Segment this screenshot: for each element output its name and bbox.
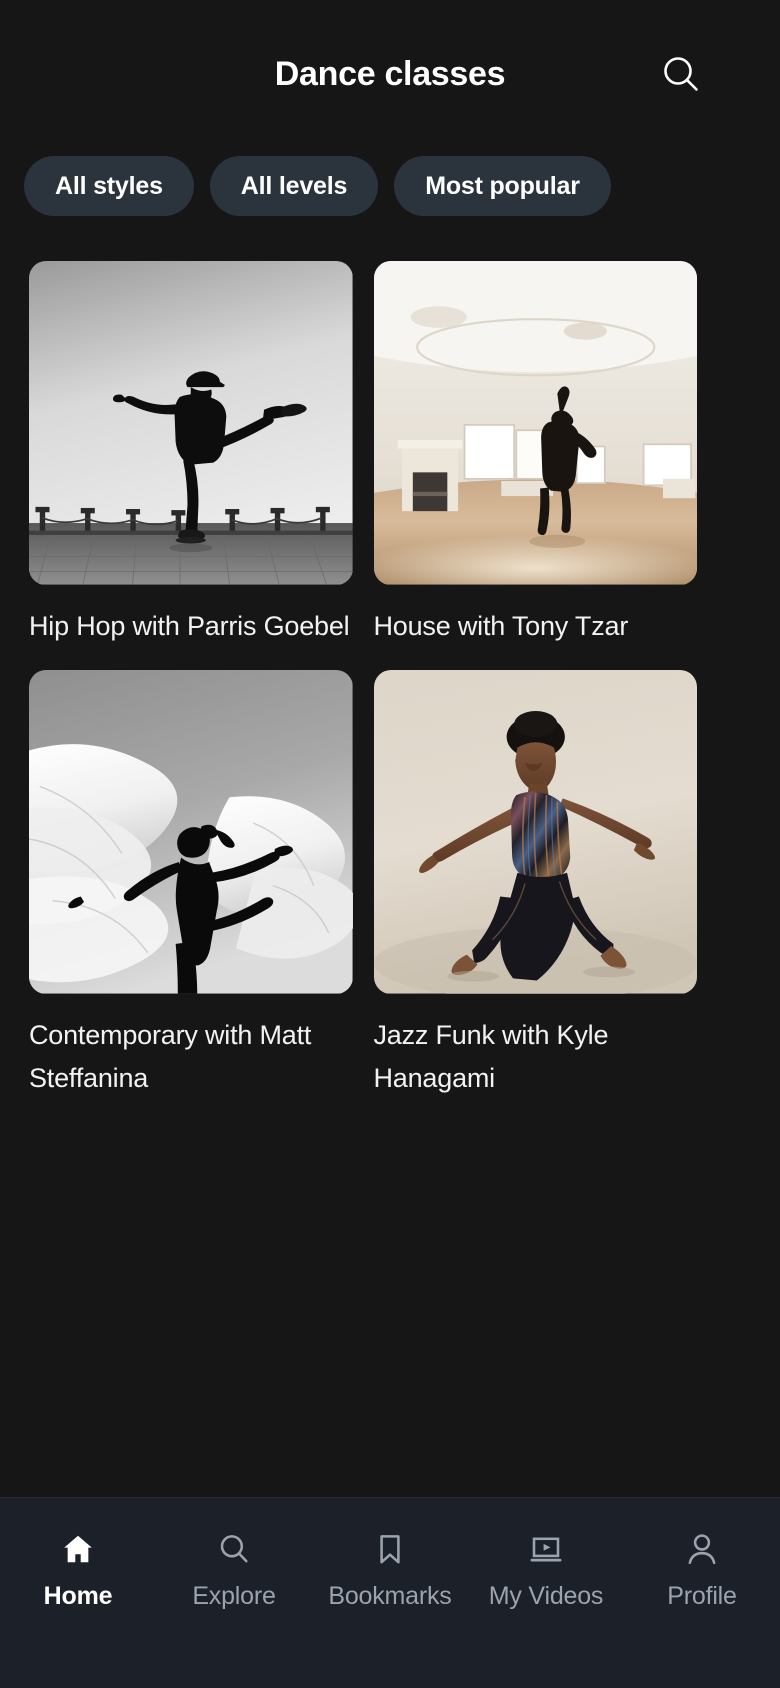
filter-chip-all-styles[interactable]: All styles	[24, 156, 194, 216]
header: Dance classes	[0, 0, 780, 148]
search-icon	[659, 52, 703, 96]
class-thumbnail[interactable]	[373, 670, 697, 994]
class-grid: Hip Hop with Parris Goebel House with To…	[0, 220, 780, 1497]
class-thumbnail[interactable]	[29, 261, 353, 585]
nav-label-my-videos: My Videos	[488, 1582, 604, 1610]
nav-label-home: Home	[43, 1582, 113, 1610]
bottom-navigation-bar: Home Explore Bookmarks My Videos Profile	[0, 1497, 780, 1688]
search-button[interactable]	[658, 51, 704, 97]
video-icon	[528, 1529, 564, 1569]
class-card[interactable]: Contemporary with Matt Steffanina	[29, 670, 353, 1101]
filter-chip-row: All styles All levels Most popular	[0, 148, 780, 220]
jazz-funk-dancer-image	[373, 670, 697, 994]
filter-chip-all-levels[interactable]: All levels	[209, 156, 379, 216]
search-icon	[216, 1529, 252, 1569]
nav-label-profile: Profile	[667, 1582, 737, 1610]
class-thumbnail[interactable]	[29, 670, 353, 994]
page-title: Dance classes	[274, 54, 506, 93]
class-title: Contemporary with Matt Steffanina	[29, 1019, 312, 1094]
nav-label-explore: Explore	[192, 1582, 276, 1610]
person-icon	[684, 1529, 720, 1569]
class-title: Hip Hop with Parris Goebel	[29, 610, 350, 641]
bookmark-icon	[372, 1529, 408, 1569]
nav-item-explore[interactable]: Explore	[156, 1529, 312, 1611]
app-screen: Dance classes All styles All levels Most…	[0, 0, 780, 1688]
filter-chip-most-popular[interactable]: Most popular	[394, 156, 611, 216]
class-title: House with Tony Tzar	[373, 610, 629, 641]
nav-item-profile[interactable]: Profile	[624, 1529, 780, 1611]
house-dancer-image	[373, 261, 697, 585]
class-card[interactable]: Jazz Funk with Kyle Hanagami	[373, 670, 697, 1101]
class-card[interactable]: Hip Hop with Parris Goebel	[29, 261, 353, 648]
hip-hop-dancer-image	[29, 261, 353, 585]
contemporary-dancer-image	[29, 670, 353, 994]
nav-label-bookmarks: Bookmarks	[328, 1582, 452, 1610]
nav-item-home[interactable]: Home	[0, 1529, 156, 1611]
home-icon	[60, 1529, 96, 1569]
nav-item-my-videos[interactable]: My Videos	[468, 1529, 624, 1611]
class-title: Jazz Funk with Kyle Hanagami	[373, 1019, 609, 1094]
nav-item-bookmarks[interactable]: Bookmarks	[312, 1529, 468, 1611]
class-thumbnail[interactable]	[373, 261, 697, 585]
class-card[interactable]: House with Tony Tzar	[373, 261, 697, 648]
